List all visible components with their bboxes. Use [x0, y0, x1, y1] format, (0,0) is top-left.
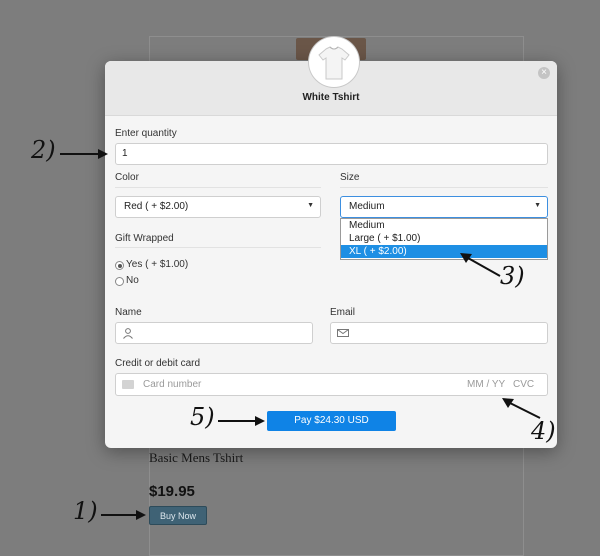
arrow-3-head	[460, 253, 472, 263]
annotation-5: 5)	[190, 403, 215, 431]
annotation-2: 2)	[31, 136, 56, 164]
arrow-1-head	[136, 510, 146, 520]
arrow-4	[509, 402, 541, 419]
arrow-2-head	[98, 149, 108, 159]
arrow-5-head	[255, 416, 265, 426]
arrow-3	[467, 257, 501, 277]
annotation-1: 1)	[73, 497, 98, 525]
annotation-3: 3)	[500, 262, 525, 290]
annotation-4: 4)	[531, 417, 556, 445]
